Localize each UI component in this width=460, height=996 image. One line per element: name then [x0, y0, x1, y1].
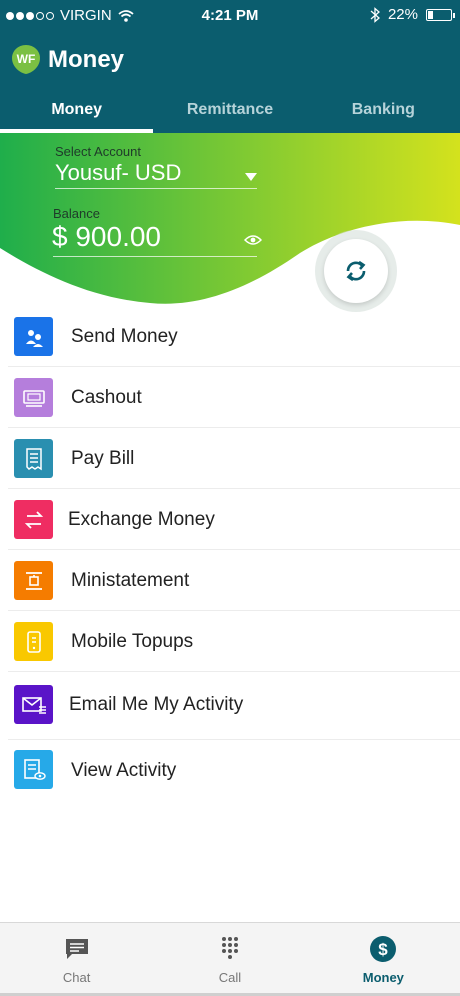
nav-call[interactable]: Call	[153, 923, 306, 996]
eye-icon[interactable]	[244, 234, 262, 246]
nav-money[interactable]: $ Money	[307, 923, 460, 996]
account-underline	[55, 188, 257, 189]
menu-label: Ministatement	[71, 570, 190, 591]
refresh-button[interactable]	[315, 230, 397, 312]
select-account-label: Select Account	[55, 144, 141, 159]
email-activity-icon	[14, 685, 53, 724]
tab-banking[interactable]: Banking	[307, 91, 460, 133]
nav-label: Chat	[62, 970, 91, 985]
pay-bill-icon	[14, 439, 53, 478]
app-header: WF Money Money Remittance Banking	[0, 33, 460, 133]
menu-item-cashout[interactable]: Cashout	[8, 367, 460, 428]
menu-item-view-activity[interactable]: View Activity	[8, 740, 460, 801]
wf-logo-icon: WF	[12, 45, 40, 74]
nav-label: Money	[362, 970, 404, 985]
menu-label: View Activity	[71, 760, 177, 781]
menu-item-mobile-topups[interactable]: Mobile Topups	[8, 611, 460, 672]
menu-item-ministatement[interactable]: Ministatement	[8, 550, 460, 611]
mobile-topup-icon	[14, 622, 53, 661]
nav-label: Call	[218, 970, 242, 985]
tab-money[interactable]: Money	[0, 91, 154, 133]
battery-icon	[426, 8, 455, 21]
status-right: 22%	[370, 6, 455, 23]
money-menu: Send Money Cashout Pay Bill Exchange Mon…	[0, 306, 460, 801]
app-title: Money	[48, 46, 125, 73]
nav-chat[interactable]: Chat	[0, 923, 153, 996]
bluetooth-icon	[370, 6, 380, 23]
battery-percent: 22%	[387, 6, 418, 23]
account-panel: Select Account Yousuf- USD Balance $ 900…	[0, 133, 460, 313]
menu-label: Mobile Topups	[71, 631, 194, 652]
account-select[interactable]: Yousuf- USD	[55, 160, 181, 186]
chat-icon	[63, 935, 91, 963]
view-activity-icon	[14, 750, 53, 789]
tab-bar: Money Remittance Banking	[0, 91, 460, 133]
cashout-icon	[14, 378, 53, 417]
svg-text:$: $	[379, 940, 389, 959]
menu-label: Exchange Money	[68, 509, 215, 530]
menu-item-send-money[interactable]: Send Money	[8, 306, 460, 367]
status-bar: VIRGIN 4:21 PM 22%	[0, 0, 460, 33]
bottom-nav: Chat Call $ Money	[0, 922, 460, 996]
menu-item-pay-bill[interactable]: Pay Bill	[8, 428, 460, 489]
dialpad-icon	[216, 935, 244, 963]
balance-label: Balance	[53, 206, 100, 221]
menu-label: Cashout	[71, 387, 142, 408]
balance-underline	[53, 256, 257, 257]
logo-text: WF	[17, 52, 36, 66]
refresh-icon	[346, 260, 366, 282]
ministatement-icon	[14, 561, 53, 600]
menu-item-exchange-money[interactable]: Exchange Money	[8, 489, 460, 550]
menu-label: Email Me My Activity	[69, 694, 244, 715]
dollar-icon: $	[369, 935, 397, 963]
tab-remittance[interactable]: Remittance	[153, 91, 306, 133]
menu-item-email-activity[interactable]: Email Me My Activity	[8, 672, 460, 740]
dropdown-caret-icon[interactable]	[245, 173, 257, 181]
exchange-icon	[14, 500, 53, 539]
menu-label: Send Money	[71, 326, 178, 347]
battery-level	[428, 10, 433, 19]
menu-label: Pay Bill	[71, 448, 135, 469]
send-money-icon	[14, 317, 53, 356]
balance-value: $ 900.00	[52, 221, 161, 252]
